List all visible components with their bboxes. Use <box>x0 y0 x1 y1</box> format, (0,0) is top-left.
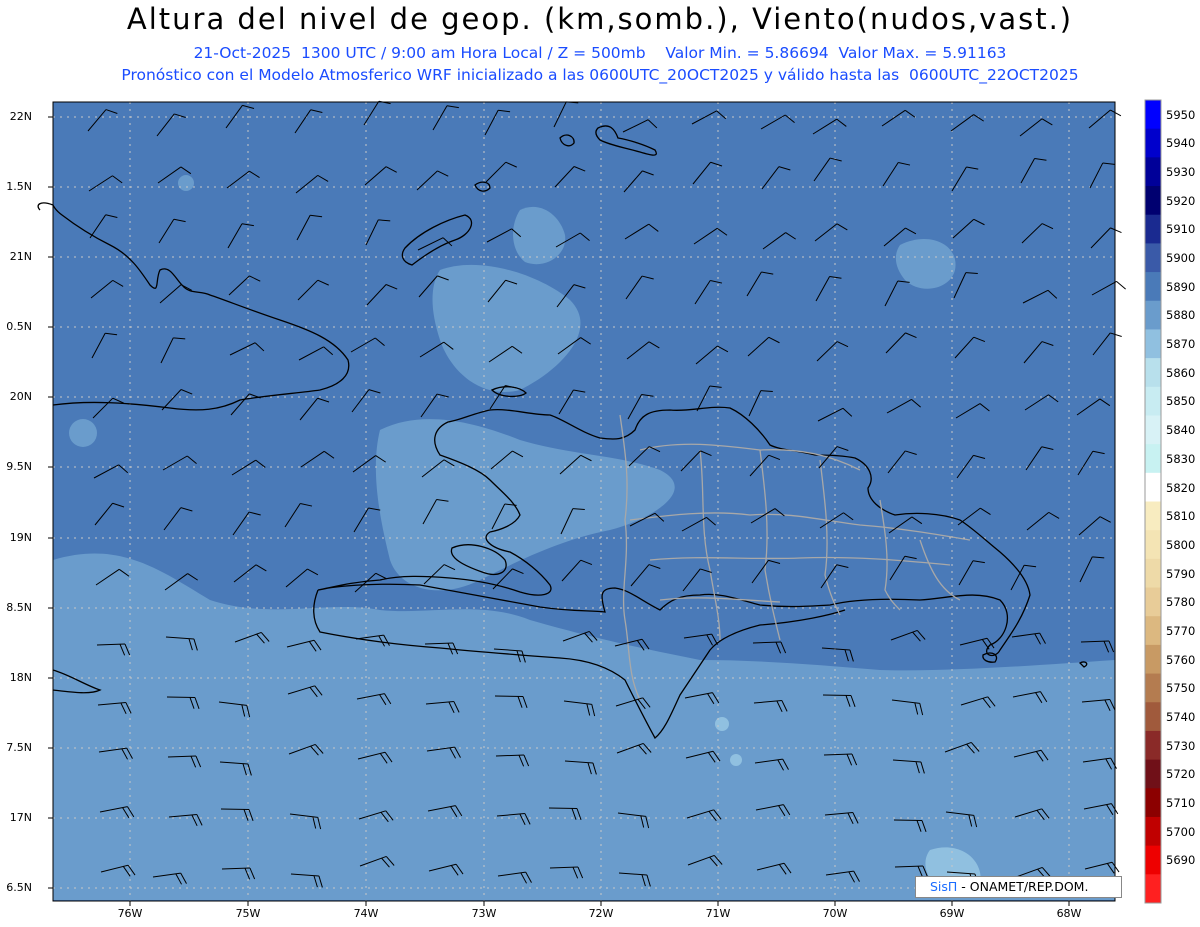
colorbar <box>1144 99 1162 904</box>
map-canvas <box>37 99 1162 906</box>
colorbar-level-label: 5760 <box>1166 652 1196 667</box>
longitude-tick-label: 72W <box>588 907 614 920</box>
cuba-coast <box>37 202 54 211</box>
lighter-geopotential-area <box>730 754 742 766</box>
latitude-tick-label: 1.5N <box>6 180 32 193</box>
colorbar-level-label: 5710 <box>1166 795 1196 810</box>
colorbar-swatch <box>1145 300 1161 330</box>
colorbar-swatch <box>1145 214 1161 244</box>
credit-text: - ONAMET/REP.DOM. <box>957 879 1089 894</box>
colorbar-level-label: 5920 <box>1166 193 1196 208</box>
latitude-tick-label: 18N <box>9 671 32 684</box>
colorbar-level-label: 5870 <box>1166 337 1196 352</box>
colorbar-level-label: 5950 <box>1166 107 1196 122</box>
colorbar-swatch <box>1145 100 1161 130</box>
colorbar-swatch <box>1145 845 1161 875</box>
latitude-tick-label: 9.5N <box>6 460 32 473</box>
colorbar-swatch <box>1145 616 1161 646</box>
colorbar-level-label: 5720 <box>1166 767 1196 782</box>
latitude-tick-label: 7.5N <box>6 741 32 754</box>
longitude-tick-label: 74W <box>353 907 379 920</box>
colorbar-level-label: 5740 <box>1166 709 1196 724</box>
longitude-tick-label: 76W <box>117 907 143 920</box>
colorbar-level-label: 5940 <box>1166 136 1196 151</box>
latitude-tick-label: 6.5N <box>6 881 32 894</box>
colorbar-level-label: 5840 <box>1166 423 1196 438</box>
longitude-tick-label: 75W <box>235 907 261 920</box>
colorbar-level-label: 5820 <box>1166 480 1196 495</box>
colorbar-swatch <box>1145 272 1161 302</box>
credit-box: SisΠ - ONAMET/REP.DOM. <box>915 876 1122 898</box>
colorbar-swatch <box>1145 415 1161 445</box>
colorbar-swatch <box>1145 444 1161 474</box>
colorbar-swatch <box>1145 358 1161 388</box>
latitude-tick-label: 21N <box>9 250 32 263</box>
colorbar-swatch <box>1145 501 1161 531</box>
longitude-tick-label: 73W <box>471 907 497 920</box>
colorbar-level-label: 5800 <box>1166 537 1196 552</box>
colorbar-level-label: 5930 <box>1166 165 1196 180</box>
longitude-tick-label: 70W <box>822 907 848 920</box>
colorbar-swatch <box>1145 386 1161 416</box>
colorbar-swatch <box>1145 759 1161 789</box>
brand-logo: SisΠ <box>930 879 958 894</box>
colorbar-swatch <box>1145 874 1161 904</box>
colorbar-swatch <box>1145 157 1161 187</box>
longitude-tick-label: 68W <box>1056 907 1082 920</box>
colorbar-swatch <box>1145 587 1161 617</box>
longitude-tick-label: 69W <box>939 907 965 920</box>
colorbar-level-label: 5910 <box>1166 222 1196 237</box>
colorbar-swatch <box>1145 472 1161 502</box>
colorbar-swatch <box>1145 128 1161 158</box>
colorbar-level-label: 5900 <box>1166 251 1196 266</box>
colorbar-level-label: 5880 <box>1166 308 1196 323</box>
colorbar-level-label: 5730 <box>1166 738 1196 753</box>
latitude-tick-label: 0.5N <box>6 320 32 333</box>
colorbar-swatch <box>1145 186 1161 216</box>
colorbar-swatch <box>1145 702 1161 732</box>
colorbar-level-label: 5790 <box>1166 566 1196 581</box>
colorbar-swatch <box>1145 530 1161 560</box>
colorbar-level-label: 5830 <box>1166 451 1196 466</box>
colorbar-level-label: 5750 <box>1166 681 1196 696</box>
colorbar-swatch <box>1145 558 1161 589</box>
colorbar-swatch <box>1145 788 1161 818</box>
colorbar-level-label: 5780 <box>1166 595 1196 610</box>
colorbar-swatch <box>1145 644 1161 675</box>
colorbar-level-label: 5700 <box>1166 824 1196 839</box>
colorbar-swatch <box>1145 243 1161 273</box>
colorbar-swatch <box>1145 730 1161 761</box>
colorbar-level-label: 5770 <box>1166 623 1196 638</box>
light-geopotential-area <box>178 175 194 191</box>
latitude-tick-label: 17N <box>9 811 32 824</box>
latitude-tick-label: 20N <box>9 390 32 403</box>
latitude-tick-label: 19N <box>9 531 32 544</box>
colorbar-swatch <box>1145 673 1161 703</box>
light-geopotential-area <box>69 419 97 447</box>
latitude-tick-label: 22N <box>9 110 32 123</box>
colorbar-level-label: 5860 <box>1166 365 1196 380</box>
lighter-geopotential-area <box>715 717 729 731</box>
colorbar-swatch <box>1145 816 1161 847</box>
longitude-tick-label: 71W <box>705 907 731 920</box>
colorbar-level-label: 5850 <box>1166 394 1196 409</box>
colorbar-swatch <box>1145 329 1161 359</box>
colorbar-level-label: 5690 <box>1166 853 1196 868</box>
colorbar-level-label: 5810 <box>1166 509 1196 524</box>
colorbar-level-label: 5890 <box>1166 279 1196 294</box>
latitude-tick-label: 8.5N <box>6 601 32 614</box>
